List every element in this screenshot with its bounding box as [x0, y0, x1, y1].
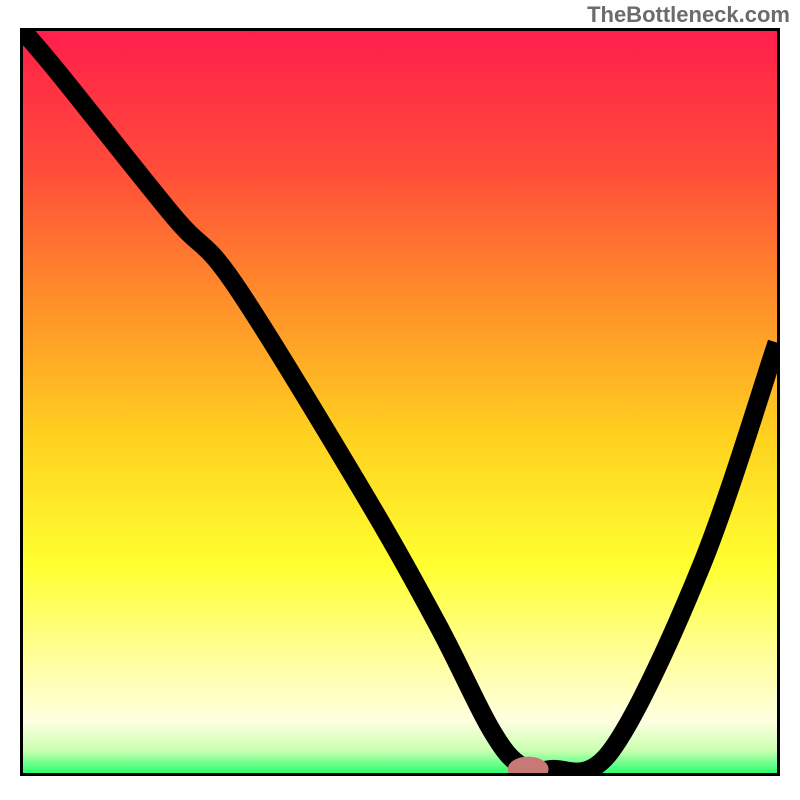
chart-plot-area	[20, 28, 780, 776]
chart-svg	[23, 31, 777, 773]
optimal-point-marker	[512, 760, 545, 773]
watermark-text: TheBottleneck.com	[587, 2, 790, 28]
